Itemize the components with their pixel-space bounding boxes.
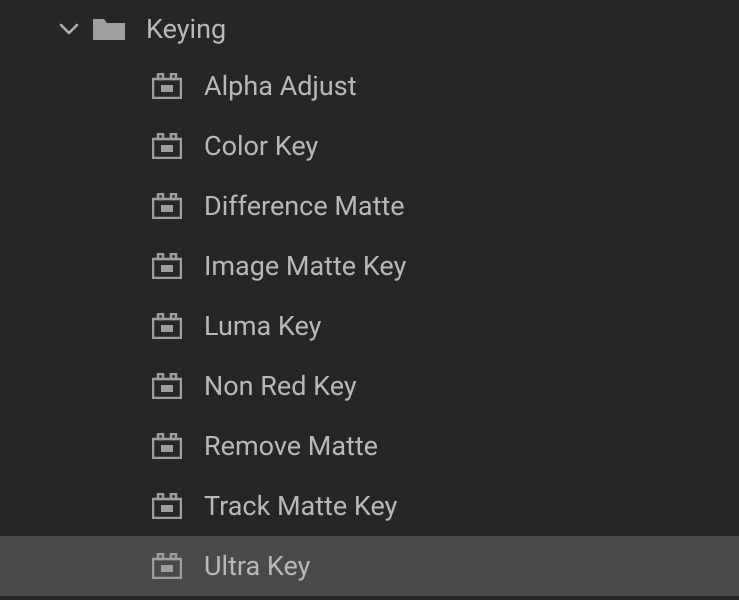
effect-preset-icon [152, 133, 182, 159]
effect-row[interactable]: Remove Matte [0, 416, 739, 476]
effect-preset-icon [152, 253, 182, 279]
effect-label: Track Matte Key [204, 490, 397, 522]
effect-preset-icon [152, 193, 182, 219]
effect-preset-icon [152, 553, 182, 579]
effect-label: Alpha Adjust [204, 70, 357, 102]
effect-row[interactable]: Luma Key [0, 296, 739, 356]
effect-label: Remove Matte [204, 430, 378, 462]
effect-preset-icon [152, 73, 182, 99]
effect-preset-icon [152, 313, 182, 339]
effect-label: Luma Key [204, 310, 321, 342]
effect-label: Difference Matte [204, 190, 405, 222]
chevron-down-icon [58, 18, 80, 40]
effect-label: Non Red Key [204, 370, 357, 402]
effects-list: Alpha Adjust Color Key Difference Matte … [0, 56, 739, 596]
effects-tree: Keying Alpha Adjust Color Key Difference… [0, 0, 739, 596]
effect-row[interactable]: Difference Matte [0, 176, 739, 236]
effect-row[interactable]: Image Matte Key [0, 236, 739, 296]
effect-label: Color Key [204, 130, 318, 162]
folder-icon [92, 15, 126, 43]
effect-row[interactable]: Alpha Adjust [0, 56, 739, 116]
effect-label: Ultra Key [204, 550, 310, 582]
effect-row[interactable]: Color Key [0, 116, 739, 176]
effect-row[interactable]: Non Red Key [0, 356, 739, 416]
folder-label: Keying [146, 13, 226, 45]
effect-preset-icon [152, 433, 182, 459]
folder-row-keying[interactable]: Keying [0, 2, 739, 56]
effect-label: Image Matte Key [204, 250, 406, 282]
effect-preset-icon [152, 493, 182, 519]
effect-row[interactable]: Track Matte Key [0, 476, 739, 536]
effect-row[interactable]: Ultra Key [0, 536, 739, 596]
effect-preset-icon [152, 373, 182, 399]
